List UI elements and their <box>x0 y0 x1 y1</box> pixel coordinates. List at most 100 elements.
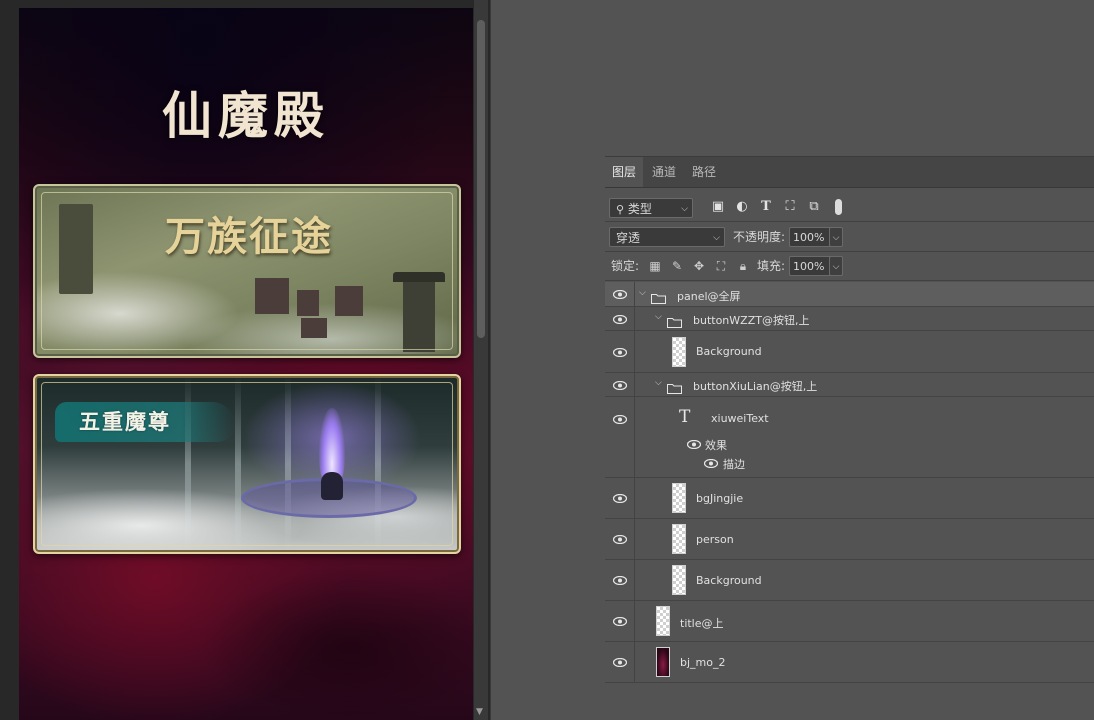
layer-row-buttonwzzt-group[interactable]: ⌵ buttonWZZT@按钮,上 <box>605 307 1094 331</box>
blend-mode-dropdown[interactable]: 穿透 ⌵ <box>609 227 725 247</box>
filter-kind-label: 类型 <box>627 202 652 216</box>
layer-thumbnail <box>672 565 686 595</box>
layers-panel-container: 图层 通道 路径 ⚲ 类型 ⌵ ▣ ◐ T ⛶ ⧉ 穿透 ⌵ 不透明度: 100… <box>605 0 1094 720</box>
visibility-column <box>605 560 635 600</box>
layer-name: title@上 <box>680 617 724 630</box>
visibility-column <box>605 331 635 372</box>
folder-icon <box>651 289 666 304</box>
chevron-down-icon[interactable]: ⌵ <box>655 312 662 322</box>
type-filter-icon[interactable]: T <box>757 197 775 217</box>
document-canvas[interactable]: 仙魔殿 万族征途 五重魔尊 ▼ <box>0 0 490 720</box>
folder-icon <box>667 379 682 394</box>
visibility-column <box>605 282 635 306</box>
tab-layers[interactable]: 图层 <box>605 157 643 187</box>
layer-row-background-2[interactable]: Background <box>605 560 1094 601</box>
lock-label: 锁定: <box>611 259 640 273</box>
layer-row-person[interactable]: person <box>605 519 1094 560</box>
layer-name: panel@全屏 <box>677 290 741 303</box>
scroll-down-arrow-icon[interactable]: ▼ <box>476 707 483 717</box>
layer-filter-icons: ▣ ◐ T ⛶ ⧉ <box>709 197 849 217</box>
visibility-column <box>605 601 635 641</box>
filter-toggle-icon[interactable] <box>829 197 847 217</box>
adjustment-filter-icon[interactable]: ◐ <box>733 197 751 217</box>
layer-row-xiuweitext[interactable]: T xiuweiText 效果 描边 <box>605 397 1094 478</box>
smoke-decoration <box>199 568 473 720</box>
layer-row-title[interactable]: title@上 <box>605 601 1094 642</box>
eye-icon[interactable] <box>613 290 627 299</box>
layer-row-background[interactable]: Background <box>605 331 1094 373</box>
eye-icon[interactable] <box>613 658 627 667</box>
layer-row-panel-group[interactable]: ⌵ panel@全屏 <box>605 282 1094 307</box>
image-filter-icon[interactable]: ▣ <box>709 197 727 217</box>
divider <box>605 280 1094 281</box>
eye-icon[interactable] <box>613 315 627 324</box>
eye-icon[interactable] <box>613 617 627 626</box>
lock-all-icon[interactable]: 🔒︎ <box>735 256 751 276</box>
visibility-column <box>605 478 635 518</box>
wanzu-zhengtu-label: 万族征途 <box>165 213 333 260</box>
xiuwei-text-label: 五重魔尊 <box>79 409 171 434</box>
chevron-down-icon[interactable]: ⌵ <box>639 288 646 298</box>
folder-icon <box>667 313 682 328</box>
visibility-column <box>605 307 635 330</box>
scrollbar-thumb[interactable] <box>477 20 485 338</box>
fill-slider-chevron-icon[interactable]: ⌵ <box>829 256 843 276</box>
layer-name: xiuweiText <box>711 412 769 425</box>
layer-row-buttonxiulian-group[interactable]: ⌵ buttonXiuLian@按钮,上 <box>605 373 1094 397</box>
layer-name: buttonWZZT@按钮,上 <box>693 314 810 327</box>
panel-tab-bar: 图层 通道 路径 <box>605 157 1094 188</box>
stroke-effect-label: 描边 <box>723 458 745 471</box>
layer-filter-kind-dropdown[interactable]: ⚲ 类型 ⌵ <box>609 198 693 218</box>
eye-icon[interactable] <box>613 535 627 544</box>
opacity-slider-chevron-icon[interactable]: ⌵ <box>829 227 843 247</box>
fill-input[interactable]: 100% <box>789 256 833 276</box>
shape-filter-icon[interactable]: ⛶ <box>781 197 799 217</box>
visibility-column <box>605 397 635 477</box>
canvas-vertical-scrollbar[interactable]: ▼ <box>474 0 488 720</box>
layer-thumbnail <box>672 337 686 367</box>
eye-icon[interactable] <box>613 381 627 390</box>
divider <box>605 221 1094 222</box>
lock-transparent-icon[interactable]: ▦ <box>647 256 663 276</box>
smart-object-filter-icon[interactable]: ⧉ <box>805 197 823 217</box>
layer-thumbnail <box>656 606 670 636</box>
wanzu-zhengtu-button[interactable]: 万族征途 <box>33 184 461 358</box>
upper-panel-area <box>605 0 1094 157</box>
layer-name: buttonXiuLian@按钮,上 <box>693 380 818 393</box>
layer-row-bj-mo-2[interactable]: bj_mo_2 <box>605 642 1094 683</box>
chevron-down-icon[interactable]: ⌵ <box>655 378 662 388</box>
opacity-label: 不透明度: <box>733 230 786 244</box>
lock-artboard-icon[interactable]: ⛶ <box>713 256 729 276</box>
collapsed-panel-dock <box>490 0 606 720</box>
effects-label: 效果 <box>705 439 727 452</box>
fill-label: 填充: <box>757 259 786 273</box>
opacity-input[interactable]: 100% <box>789 227 833 247</box>
layer-name: bgJingjie <box>696 492 744 505</box>
lock-move-icon[interactable]: ✥ <box>691 256 707 276</box>
eye-icon[interactable] <box>613 576 627 585</box>
stroke-effect-eye-icon[interactable] <box>704 459 718 468</box>
tab-channels[interactable]: 通道 <box>645 157 683 187</box>
eye-icon[interactable] <box>613 348 627 357</box>
layer-name: Background <box>696 345 762 358</box>
layer-thumbnail <box>656 647 670 677</box>
artboard-title: 仙魔殿 <box>162 86 330 145</box>
text-layer-icon: T <box>679 407 691 427</box>
layer-name: bj_mo_2 <box>680 656 726 669</box>
chevron-down-icon: ⌵ <box>681 204 688 214</box>
lock-paint-icon[interactable]: ✎ <box>669 256 685 276</box>
blend-mode-value: 穿透 <box>616 231 641 245</box>
layer-thumbnail <box>672 483 686 513</box>
chevron-down-icon: ⌵ <box>713 233 720 243</box>
tab-paths[interactable]: 路径 <box>685 157 723 187</box>
divider <box>605 251 1094 252</box>
layer-thumbnail <box>672 524 686 554</box>
visibility-column <box>605 642 635 682</box>
visibility-column <box>605 519 635 559</box>
xiulian-button[interactable]: 五重魔尊 <box>33 374 461 554</box>
artboard-preview[interactable]: 仙魔殿 万族征途 五重魔尊 <box>19 8 473 720</box>
eye-icon[interactable] <box>613 415 627 424</box>
layer-row-bgjingjie[interactable]: bgJingjie <box>605 478 1094 519</box>
effects-eye-icon[interactable] <box>687 440 701 449</box>
eye-icon[interactable] <box>613 494 627 503</box>
